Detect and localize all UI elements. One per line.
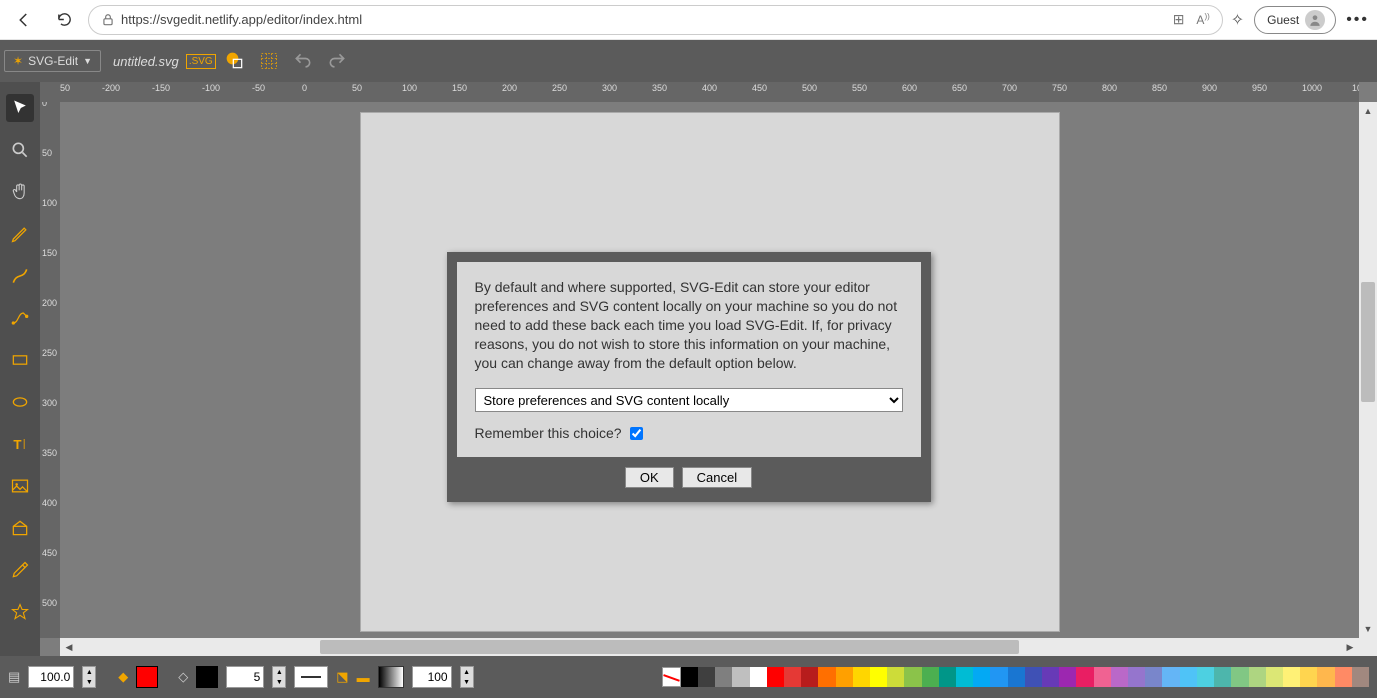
remember-checkbox[interactable] (630, 427, 643, 440)
dialog-overlay: By default and where supported, SVG-Edit… (0, 0, 1377, 698)
cancel-button[interactable]: Cancel (682, 467, 752, 488)
storage-option-select[interactable]: Store preferences and SVG content locall… (475, 388, 903, 412)
remember-label: Remember this choice? (475, 424, 622, 443)
dialog-message: By default and where supported, SVG-Edit… (475, 278, 903, 372)
ok-button[interactable]: OK (625, 467, 674, 488)
storage-dialog: By default and where supported, SVG-Edit… (447, 252, 931, 502)
